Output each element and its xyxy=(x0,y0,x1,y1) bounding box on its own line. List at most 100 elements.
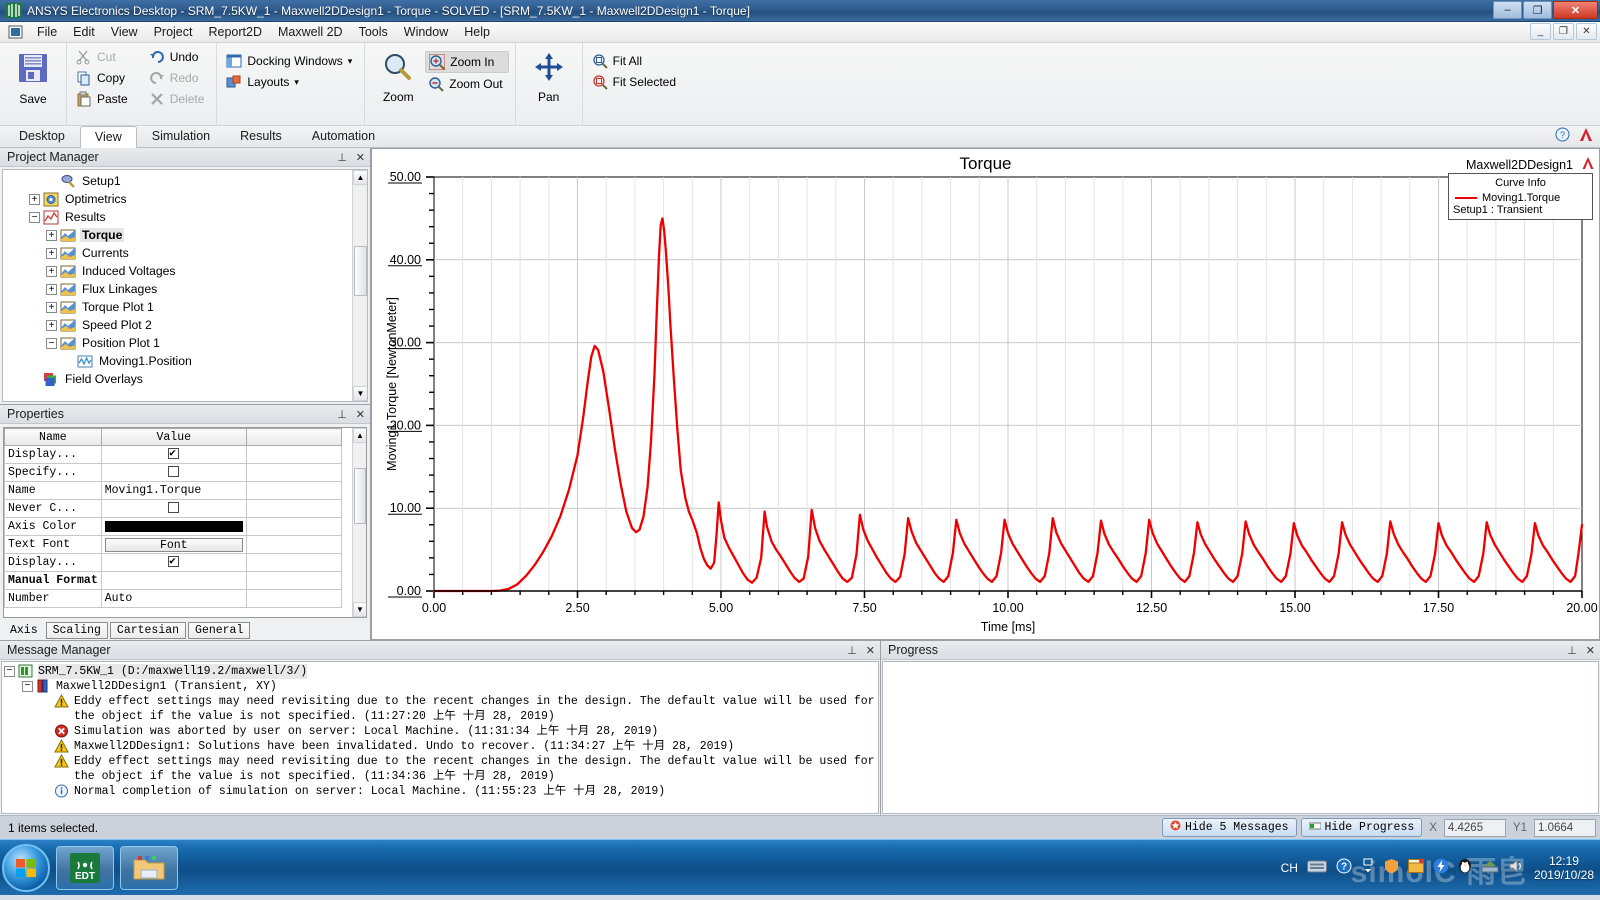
progress-body[interactable] xyxy=(882,661,1599,814)
taskbar-clock[interactable]: 12:19 2019/10/28 xyxy=(1534,854,1594,882)
keyboard-icon[interactable] xyxy=(1306,860,1327,876)
project-tree-container[interactable]: Setup1 + Optimetrics − Results + Torque + Curren… xyxy=(2,169,368,402)
properties-checkbox[interactable] xyxy=(168,466,180,478)
tab-results[interactable]: Results xyxy=(225,125,297,147)
hide-progress-button[interactable]: Hide Progress xyxy=(1300,818,1423,837)
scroll-down-arrow[interactable]: ▼ xyxy=(353,386,367,401)
tree-expander-icon[interactable]: + xyxy=(46,301,57,313)
message-row[interactable]: − Maxwell2DDesign1 (Transient, XY) xyxy=(4,679,878,694)
properties-row-value[interactable] xyxy=(100,517,247,536)
properties-row[interactable]: Never C... xyxy=(4,499,343,518)
properties-row-value[interactable]: Moving1.Torque xyxy=(100,481,247,500)
message-row[interactable]: Normal completion of simulation on serve… xyxy=(4,784,878,799)
pan-button[interactable]: Pan xyxy=(522,47,576,104)
message-expander-icon[interactable]: − xyxy=(22,681,33,692)
ime-indicator[interactable]: CH xyxy=(1281,861,1298,875)
properties-row[interactable]: Text Font Font xyxy=(4,535,343,554)
properties-row-value[interactable] xyxy=(100,445,247,464)
delete-button[interactable]: Delete xyxy=(146,89,211,109)
help-icon[interactable]: ? xyxy=(1555,127,1570,145)
plot-canvas[interactable]: Torque Maxwell2DDesign1 0.00 10.00 20.00 30… xyxy=(371,148,1600,640)
y-coordinate-value[interactable]: 1.0664 xyxy=(1534,818,1596,837)
tab-view[interactable]: View xyxy=(79,126,137,148)
properties-checkbox[interactable] xyxy=(168,554,180,568)
window-icon[interactable] xyxy=(1407,858,1425,877)
message-list[interactable]: − SRM_7.5KW_1 (D:/maxwell19.2/maxwell/3/)… xyxy=(1,661,879,814)
tree-item-speed-plot-2[interactable]: + Speed Plot 2 xyxy=(3,316,367,334)
chevron-down-icon[interactable]: ▾ xyxy=(348,56,353,67)
edt-taskbar-button[interactable]: EDT xyxy=(56,845,114,890)
properties-row[interactable]: Number Auto xyxy=(4,589,343,608)
properties-grid-container[interactable]: Name Value Display...Specify...NameMovin… xyxy=(3,427,367,618)
hide-messages-button[interactable]: Hide 5 Messages xyxy=(1162,818,1297,837)
close-icon[interactable]: ✕ xyxy=(356,151,365,164)
message-row[interactable]: Maxwell2DDesign1: Solutions have been in… xyxy=(4,738,878,754)
menu-item-window[interactable]: Window xyxy=(396,23,456,41)
message-row[interactable]: Simulation was aborted by user on server… xyxy=(4,724,878,739)
scroll-up-arrow[interactable]: ▲ xyxy=(353,428,366,443)
cut-button[interactable]: Cut xyxy=(73,47,134,67)
tree-item-currents[interactable]: + Currents xyxy=(3,244,367,262)
zoom-out-button[interactable]: Zoom Out xyxy=(425,74,508,94)
tree-item-setup1[interactable]: Setup1 xyxy=(3,172,367,190)
close-button[interactable]: ✕ xyxy=(1553,1,1598,19)
show-hidden-icons-icon[interactable] xyxy=(1361,858,1375,877)
tree-item-results[interactable]: − Results xyxy=(3,208,367,226)
font-button[interactable]: Font xyxy=(104,537,243,552)
tab-automation[interactable]: Automation xyxy=(297,125,390,147)
close-icon[interactable]: ✕ xyxy=(866,644,875,657)
scroll-down-arrow[interactable]: ▼ xyxy=(353,602,366,617)
scroll-up-arrow[interactable]: ▲ xyxy=(353,170,367,185)
properties-tab-axis[interactable]: Axis xyxy=(4,623,44,638)
network-icon[interactable] xyxy=(1481,858,1499,877)
sound-icon[interactable] xyxy=(1508,858,1525,877)
properties-tab-cartesian[interactable]: Cartesian xyxy=(109,622,187,639)
properties-row[interactable]: Name Moving1.Torque xyxy=(4,481,343,500)
tree-expander-icon[interactable]: + xyxy=(46,247,57,259)
properties-row[interactable]: Display... xyxy=(4,553,343,572)
message-row[interactable]: − SRM_7.5KW_1 (D:/maxwell19.2/maxwell/3/) xyxy=(4,664,878,679)
scroll-thumb[interactable] xyxy=(354,468,366,524)
pin-icon[interactable]: ⊥ xyxy=(337,151,347,164)
scroll-thumb[interactable] xyxy=(354,246,367,296)
maximize-button[interactable]: ❐ xyxy=(1523,1,1552,19)
pin-icon[interactable]: ⊥ xyxy=(1567,644,1577,657)
undo-button[interactable]: Undo xyxy=(146,47,211,67)
message-row[interactable]: Eddy effect settings may need revisiting… xyxy=(4,693,878,724)
menu-item-edit[interactable]: Edit xyxy=(65,23,103,41)
fit-selected-button[interactable]: Fit Selected xyxy=(589,72,682,92)
chevron-down-icon[interactable]: ▾ xyxy=(294,77,299,88)
tab-simulation[interactable]: Simulation xyxy=(137,125,225,147)
properties-checkbox[interactable] xyxy=(168,502,180,514)
help-icon[interactable]: ? xyxy=(1336,858,1352,877)
tree-expander-icon[interactable]: + xyxy=(46,319,57,331)
menu-item-view[interactable]: View xyxy=(103,23,146,41)
tab-desktop[interactable]: Desktop xyxy=(4,125,80,147)
mdi-minimize-button[interactable]: _ xyxy=(1530,23,1551,40)
tree-item-moving1-position[interactable]: Moving1.Position xyxy=(3,352,367,370)
pin-icon[interactable]: ⊥ xyxy=(337,408,347,421)
tree-expander-icon[interactable]: + xyxy=(46,283,57,295)
project-tree[interactable]: Setup1 + Optimetrics − Results + Torque + Curren… xyxy=(3,170,367,388)
copy-button[interactable]: Copy xyxy=(73,68,134,88)
properties-row-value[interactable]: Auto xyxy=(100,589,247,608)
minimize-button[interactable]: – xyxy=(1493,1,1522,19)
tree-item-optimetrics[interactable]: + Optimetrics xyxy=(3,190,367,208)
tree-expander-icon[interactable]: − xyxy=(46,337,57,349)
zoom-in-button[interactable]: Zoom In xyxy=(425,51,509,73)
properties-checkbox[interactable] xyxy=(168,446,180,460)
properties-row-value[interactable] xyxy=(100,553,247,572)
save-button[interactable]: Save xyxy=(6,47,60,106)
qq-icon[interactable] xyxy=(1458,858,1472,877)
tree-expander-icon[interactable]: + xyxy=(46,265,57,277)
tree-item-field-overlays[interactable]: Field Overlays xyxy=(3,370,367,388)
menu-item-file[interactable]: File xyxy=(29,23,65,41)
properties-row-value[interactable] xyxy=(100,463,247,482)
menu-item-tools[interactable]: Tools xyxy=(351,23,396,41)
close-icon[interactable]: ✕ xyxy=(356,408,365,421)
mdi-close-button[interactable]: ✕ xyxy=(1576,23,1597,40)
tree-item-torque-plot-1[interactable]: + Torque Plot 1 xyxy=(3,298,367,316)
explorer-taskbar-button[interactable] xyxy=(120,845,178,890)
tree-item-flux-linkages[interactable]: + Flux Linkages xyxy=(3,280,367,298)
flash-icon[interactable] xyxy=(1433,858,1449,877)
